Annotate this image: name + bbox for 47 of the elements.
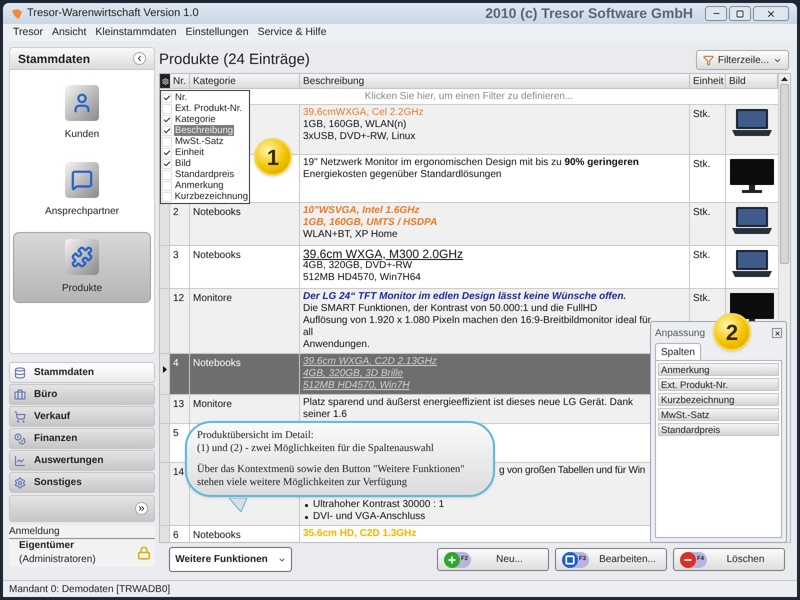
description-text: 1GB, 160GB, UMTS / HSDPA	[303, 217, 438, 229]
description-text: 19" Netzwerk Monitor im ergonomischen Design mit bis zu 90% geringeren Energiekosten gegenüber Standardlösungen	[303, 157, 640, 181]
nr-cell: 13	[170, 395, 190, 423]
description-text: Die SMART Funktionen, der Kontrast von 50.000:1 und die FullHD	[303, 303, 598, 315]
description-text: Auflösung von 1.920 x 1.080 Pixeln machen den 16:9-Breitbildmonitor ideal für all	[303, 315, 652, 339]
callout-text: (1) und (2) - zwei Möglichkeiten für die Spaltenauswahl	[197, 442, 435, 455]
description-text: DVI- und VGA-Anschluss	[303, 511, 426, 523]
unit-cell: Stk.	[690, 105, 726, 154]
description-text: 39.6cm WXGA, C2D 2.13GHz	[303, 356, 437, 368]
description-text: 3xUSB, DVD+-RW, Linux	[303, 131, 416, 143]
user-group: (Administratoren)	[19, 553, 96, 567]
window-title: Tresor-Warenwirtschaft Version 1.0	[27, 6, 199, 22]
status-text: Mandant 0: Demodaten [TRWADB0]	[9, 582, 170, 596]
unit-cell: Stk.	[690, 246, 726, 288]
description-text: WLAN+BT, XP Home	[303, 229, 398, 241]
category-cell: Notebooks	[190, 526, 300, 542]
callout-text: Produktübersicht im Detail:	[197, 429, 315, 442]
callout-text: Über das Kontextmenü sowie den Button "Weitere Funktionen"	[197, 463, 466, 476]
category-cell: Monitore	[190, 289, 300, 353]
description-text: 512MB HD4570, Win7H	[303, 380, 410, 392]
description-text: Ultrahoher Kontrast 30000 : 1	[303, 499, 444, 511]
description-text: Anwendungen.	[303, 339, 370, 351]
nr-cell: 6	[170, 526, 190, 542]
category-cell: Notebooks	[190, 246, 300, 288]
description-text: 4GB, 320GB, 3D Brille	[303, 368, 404, 380]
description-text: 39.6cm WXGA, M300 2.0GHz	[303, 248, 464, 260]
sidebar-title: Stammdaten	[18, 50, 90, 68]
unit-cell: Stk.	[690, 155, 726, 202]
page-title: Produkte (24 Einträge)	[159, 50, 310, 70]
user-name: Eigentümer	[19, 539, 76, 553]
callout-text: stehen viele weitere Möglichkeiten zur Verfügung	[197, 476, 408, 489]
description-text: 4GB, 320GB, DVD+-RW	[303, 260, 412, 272]
category-cell: Notebooks	[190, 354, 300, 394]
login-title: Anmeldung	[9, 525, 155, 539]
description-text: 39,6cmWXGA, Cel 2.2GHz	[303, 107, 424, 119]
description-text: g von großen Tabellen und für Win	[499, 465, 646, 477]
nr-cell: 12	[170, 289, 190, 353]
description-text: 1GB, 160GB, WLAN(n)	[303, 119, 406, 131]
description-text: 512MB HD4570, Win7H64	[303, 272, 421, 284]
description-text: 10"WSVGA, Intel 1.6GHz	[303, 205, 420, 217]
description-text: Platz sparend und äußerst energieeffizient ist dieses neue LG Gerät. Dank seiner 1.6	[303, 397, 634, 421]
nr-cell: 3	[170, 246, 190, 288]
description-text: 35.6cm HD, C2D 1.3GHz	[303, 528, 416, 540]
description-text: Der LG 24“ TFT Monitor im edlen Design lässt keine Wünsche offen.	[303, 291, 626, 303]
unit-cell: Stk.	[690, 203, 726, 245]
copyright-text: 2010 (c) Tresor Software GmbH	[485, 4, 693, 23]
nr-cell: 4	[170, 354, 190, 394]
